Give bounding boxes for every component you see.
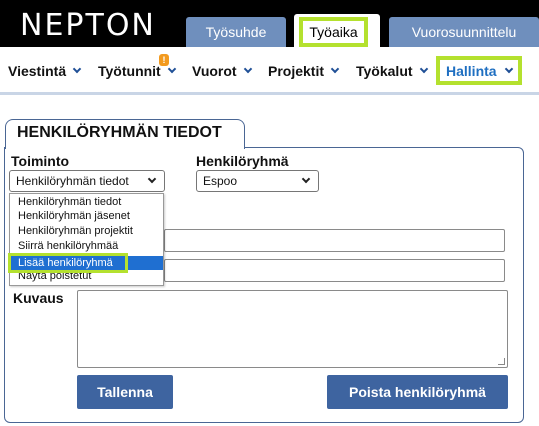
panel-title: HENKILÖRYHMÄN TIEDOT — [17, 124, 222, 141]
chevron-down-icon — [419, 64, 428, 74]
nav-viestinta-label: Viestintä — [8, 63, 67, 79]
nav-tyokalut[interactable]: Työkalut — [356, 63, 428, 79]
kuvaus-textarea[interactable] — [77, 290, 508, 368]
nav-viestinta[interactable]: Viestintä — [8, 63, 82, 79]
henkiloryhma-label: Henkilöryhmä — [196, 153, 289, 169]
chevron-down-icon — [72, 64, 82, 74]
save-button[interactable]: Tallenna — [77, 375, 173, 409]
nav-vuorot[interactable]: Vuorot — [192, 63, 252, 79]
tab-vuorosuunnittelu[interactable]: Vuorosuunnittelu — [389, 17, 539, 47]
tab-tyoaika[interactable]: Työaika — [294, 14, 380, 47]
nav-tyokalut-label: Työkalut — [356, 63, 413, 79]
henkiloryhma-select-value: Espoo — [203, 174, 238, 188]
toiminto-select-value: Henkilöryhmän tiedot — [16, 174, 129, 188]
nav-hallinta-label: Hallinta — [446, 62, 497, 79]
panel-title-tab: HENKILÖRYHMÄN TIEDOT — [5, 119, 245, 149]
panel-tab-join — [6, 146, 244, 149]
henkiloryhma-select[interactable]: Espoo — [196, 170, 319, 192]
nav-projektit-label: Projektit — [268, 63, 325, 79]
nav-hallinta[interactable]: Hallinta — [436, 56, 522, 85]
chevron-down-icon — [301, 174, 311, 184]
nepton-logo: NEPTON — [20, 8, 156, 43]
delete-group-button[interactable]: Poista henkilöryhmä — [327, 375, 508, 409]
tab-tyoaika-label: Työaika — [299, 17, 368, 47]
toiminto-label: Toiminto — [11, 153, 70, 169]
notification-badge: ! — [159, 54, 169, 66]
toiminto-select[interactable]: Henkilöryhmän tiedot — [9, 170, 165, 192]
kuvaus-label: Kuvaus — [13, 290, 64, 306]
dropdown-option[interactable]: Henkilöryhmän tiedot — [10, 195, 163, 209]
code-field[interactable] — [164, 259, 505, 282]
dropdown-option[interactable]: Henkilöryhmän projektit — [10, 224, 163, 238]
nav-tyotunnit-label: Työtunnit — [98, 63, 161, 79]
dropdown-option[interactable]: Henkilöryhmän jäsenet — [10, 209, 163, 223]
chevron-down-icon — [330, 64, 340, 74]
resize-handle-icon[interactable] — [498, 358, 505, 365]
chevron-down-icon — [167, 64, 176, 74]
top-header: NEPTON Työsuhde Työaika Vuorosuunnittelu — [0, 0, 539, 47]
dropdown-option[interactable]: Siirrä henkilöryhmää — [10, 239, 163, 253]
nav-vuorot-label: Vuorot — [192, 63, 237, 79]
chevron-down-icon — [147, 174, 157, 184]
tab-tyosuhde[interactable]: Työsuhde — [186, 17, 286, 47]
main-nav: Viestintä Työtunnit ! Vuorot Projektit T… — [0, 47, 539, 95]
name-field[interactable] — [164, 229, 505, 252]
nav-projektit[interactable]: Projektit — [268, 63, 340, 79]
chevron-down-icon — [504, 64, 513, 73]
chevron-down-icon — [243, 64, 252, 74]
selected-option-highlight — [8, 253, 128, 273]
